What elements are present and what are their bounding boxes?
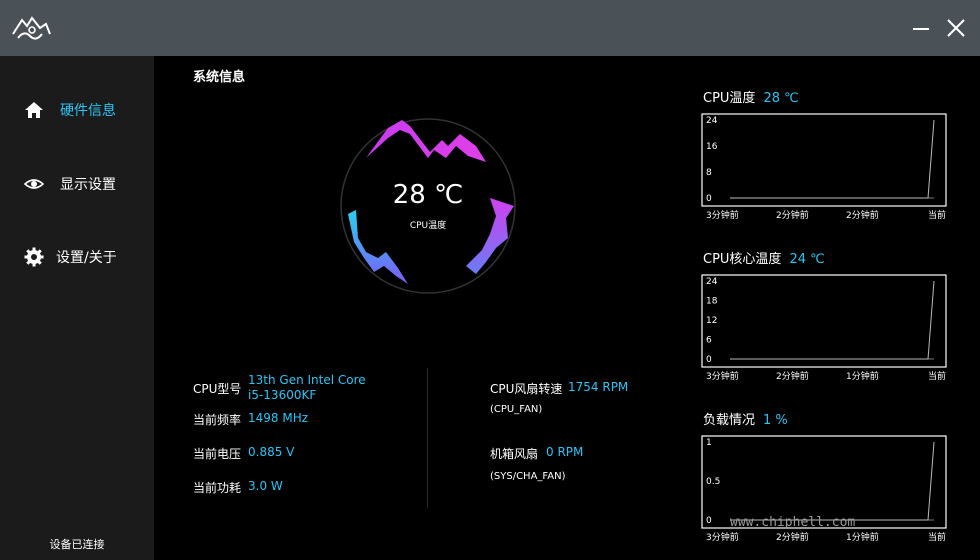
app-logo-icon [12, 16, 51, 40]
y-tick-label: 24 [706, 277, 718, 287]
cpu-temp-panel-title: CPU温度 28 ℃ [703, 87, 799, 106]
cpu-fan-sub: (CPU_FAN) [490, 404, 543, 415]
x-tick-label: 2分钟前 [776, 370, 809, 382]
cpu-temp-chart: 0 8 16 24 3分钟前 2分钟前 2分钟前 当前 [701, 113, 947, 221]
sidebar-item-label: 设置/关于 [56, 250, 117, 266]
series-line [730, 441, 935, 521]
divider [427, 368, 428, 508]
y-tick-label: 16 [706, 142, 718, 152]
title-bar [0, 0, 980, 56]
gauge-label: CPU温度 [409, 221, 447, 231]
x-tick-label: 1分钟前 [846, 531, 879, 543]
power-value: 3.0 W [248, 479, 283, 493]
gear-icon [24, 247, 44, 267]
x-tick-label: 1分钟前 [846, 370, 879, 382]
cpu-model-value: 13th Gen Intel Core [248, 373, 366, 387]
sidebar-item-settings-about[interactable]: 设置/关于 [0, 237, 154, 277]
close-icon[interactable] [944, 16, 968, 40]
frequency-value: 1498 MHz [248, 411, 309, 425]
gauge-temperature: 28 ℃ [392, 180, 464, 210]
chart-frame [701, 274, 947, 368]
case-fan-sub: (SYS/CHA_FAN) [490, 471, 566, 482]
sidebar: 硬件信息 显示设置 设置/关于 设备已连接 [0, 56, 154, 560]
y-tick-label: 24 [706, 116, 718, 126]
y-tick-label: 1 [706, 438, 712, 448]
page-title: 系统信息 [193, 70, 246, 85]
voltage-value: 0.885 V [248, 445, 295, 459]
y-tick-label: 6 [706, 336, 712, 346]
series-line [730, 280, 935, 360]
y-tick-label: 0 [706, 194, 712, 204]
panel-title-text: CPU温度 [703, 91, 756, 106]
home-icon [25, 102, 43, 118]
y-tick-label: 12 [706, 316, 717, 326]
y-tick-label: 8 [706, 168, 712, 178]
chart-frame [701, 113, 947, 207]
panel-current-value: 28 ℃ [763, 91, 799, 106]
x-tick-label: 当前 [928, 531, 946, 543]
cpu-fan-label: CPU风扇转速 [490, 382, 563, 396]
minimize-icon[interactable] [910, 16, 934, 40]
panel-current-value: 1 % [763, 413, 788, 428]
x-tick-label: 3分钟前 [706, 370, 739, 382]
sidebar-item-label: 硬件信息 [60, 103, 116, 119]
x-tick-label: 3分钟前 [706, 531, 739, 543]
x-tick-label: 2分钟前 [776, 209, 809, 221]
x-tick-label: 当前 [928, 209, 946, 221]
watermark: www.chiphell.com [730, 515, 856, 530]
y-tick-label: 0.5 [706, 477, 720, 487]
series-line [730, 119, 935, 199]
y-tick-label: 18 [706, 297, 718, 307]
x-tick-label: 3分钟前 [706, 209, 739, 221]
x-tick-label: 2分钟前 [776, 531, 809, 543]
case-fan-label: 机箱风扇 [490, 447, 539, 461]
eye-icon [24, 179, 44, 189]
y-tick-label: 0 [706, 516, 712, 526]
cpu-model-value-line2: i5-13600KF [248, 388, 317, 402]
voltage-label: 当前电压 [193, 447, 242, 461]
panel-title-text: CPU核心温度 [703, 252, 782, 267]
power-label: 当前功耗 [193, 481, 242, 495]
connection-status: 设备已连接 [49, 538, 105, 551]
frequency-label: 当前频率 [193, 413, 242, 427]
x-tick-label: 2分钟前 [846, 209, 879, 221]
cpu-fan-value: 1754 RPM [568, 380, 629, 394]
cpu-model-label: CPU型号 [193, 382, 242, 396]
y-tick-label: 0 [706, 355, 712, 365]
sidebar-item-display-settings[interactable]: 显示设置 [0, 164, 154, 204]
load-panel-title: 负载情况 1 % [703, 409, 788, 428]
sidebar-item-hardware-info[interactable]: 硬件信息 [0, 90, 154, 130]
cpu-core-temp-panel-title: CPU核心温度 24 ℃ [703, 248, 825, 267]
panel-title-text: 负载情况 [703, 413, 756, 428]
sidebar-item-label: 显示设置 [60, 177, 116, 193]
case-fan-value: 0 RPM [546, 445, 584, 459]
panel-current-value: 24 ℃ [789, 252, 825, 267]
cpu-core-temp-chart: 0 6 12 18 24 3分钟前 2分钟前 1分钟前 当前 [701, 274, 947, 382]
x-tick-label: 当前 [928, 370, 946, 382]
